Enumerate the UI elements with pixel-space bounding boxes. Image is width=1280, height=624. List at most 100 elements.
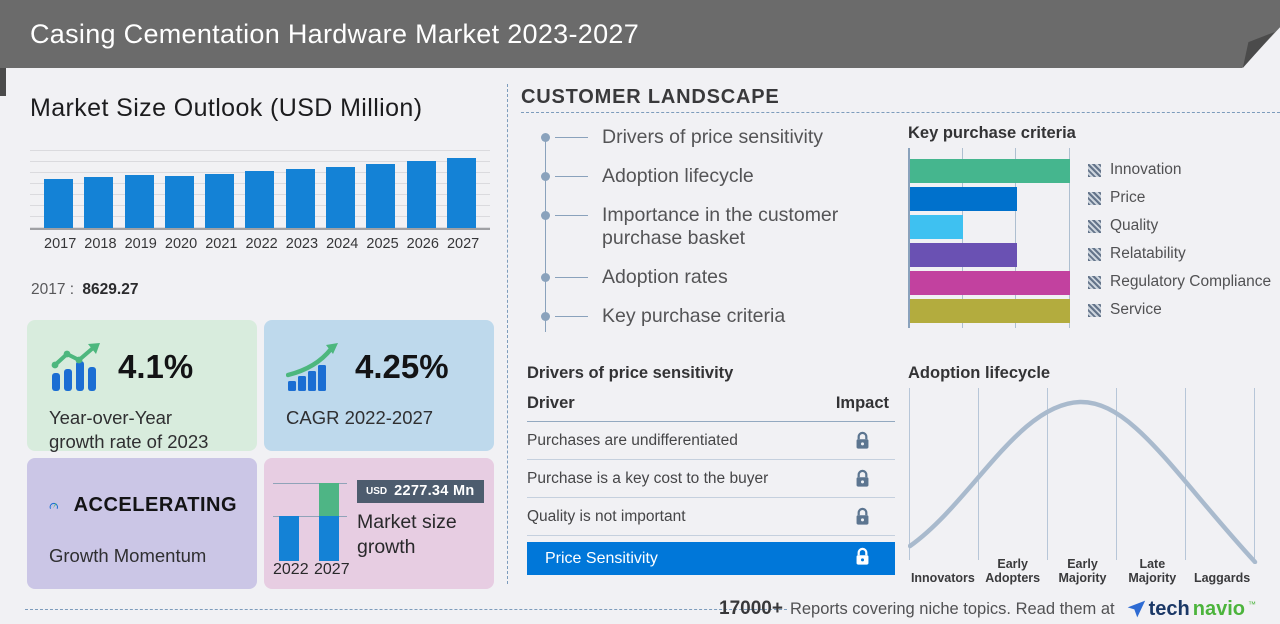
legend-label: Innovation bbox=[1110, 161, 1182, 178]
market-bar-2025 bbox=[366, 163, 396, 228]
growth-year-left: 2022 bbox=[273, 561, 309, 578]
bar-2022 bbox=[279, 516, 299, 561]
driver-label: Quality is not important bbox=[527, 507, 686, 525]
header-corner-cut bbox=[1242, 27, 1280, 68]
customer-landscape-title: CUSTOMER LANDSCAPE bbox=[521, 86, 780, 108]
lock-icon bbox=[854, 507, 895, 526]
customer-landscape-list: Drivers of price sensitivity Adoption lif… bbox=[540, 126, 885, 344]
legend-swatch-icon bbox=[1088, 163, 1101, 177]
driver-row: Quality is not important bbox=[527, 498, 895, 536]
adoption-stage-label: Innovators bbox=[910, 571, 975, 586]
key-purchase-title: Key purchase criteria bbox=[908, 124, 1076, 142]
kpc-bar-5 bbox=[910, 299, 1070, 323]
cagr-label: CAGR 2022-2027 bbox=[286, 407, 434, 428]
market-bar-2027 bbox=[446, 158, 476, 228]
growth-year-right: 2027 bbox=[314, 561, 350, 578]
market-bar-2026 bbox=[406, 160, 436, 228]
bar-2027-growth bbox=[319, 483, 339, 516]
badge-value: 2277.34 Mn bbox=[394, 483, 475, 499]
card-cagr: 4.25% CAGR 2022-2027 bbox=[264, 320, 494, 451]
technavio-logo[interactable]: tech navio ™ bbox=[1126, 598, 1256, 621]
bar-trend-icon bbox=[51, 343, 100, 391]
kpc-bar-2 bbox=[910, 215, 963, 239]
legend-swatch-icon bbox=[1088, 275, 1101, 289]
adoption-stage-labels: Innovators Early Adopters Early Majority La… bbox=[908, 540, 1258, 586]
vertical-divider bbox=[507, 84, 508, 584]
growth-arrow-icon bbox=[286, 343, 338, 391]
customer-landscape-underline bbox=[521, 112, 1280, 113]
adoption-stage-label: Early Adopters bbox=[985, 556, 1041, 586]
legend-swatch-icon bbox=[1088, 303, 1101, 317]
driver-row: Purchases are undifferentiated bbox=[527, 422, 895, 460]
drivers-table-header: Driver Impact bbox=[527, 394, 895, 422]
market-bar-label: 2025 bbox=[366, 236, 399, 252]
adoption-title: Adoption lifecycle bbox=[908, 364, 1051, 382]
market-bar-label: 2017 bbox=[44, 236, 77, 252]
market-bar-label: 2026 bbox=[406, 236, 439, 252]
footer-dashed-line bbox=[25, 609, 787, 610]
kpc-bar-4 bbox=[910, 271, 1070, 295]
brand-trademark: ™ bbox=[1248, 599, 1256, 609]
technavio-arrow-icon bbox=[1127, 600, 1145, 618]
market-bar-2024 bbox=[326, 166, 356, 228]
market-bar-label: 2027 bbox=[446, 236, 480, 252]
market-size-bars bbox=[30, 144, 490, 228]
adoption-stage-label: Late Majority bbox=[1128, 556, 1177, 586]
momentum-value: ACCELERATING bbox=[73, 493, 237, 516]
brand-navio: navio bbox=[1192, 597, 1245, 620]
left-edge-accent bbox=[0, 68, 6, 96]
driver-label: Purchases are undifferentiated bbox=[527, 431, 738, 449]
legend-swatch-icon bbox=[1088, 219, 1101, 233]
anchor-value: 8629.27 bbox=[82, 281, 139, 298]
col-driver: Driver bbox=[527, 394, 575, 412]
market-bar-label: 2023 bbox=[285, 236, 319, 252]
adoption-stage-label: Early Majority bbox=[1058, 556, 1107, 586]
market-bar-2021 bbox=[205, 173, 235, 228]
landscape-item: Key purchase criteria bbox=[540, 305, 885, 329]
landscape-item: Drivers of price sensitivity bbox=[540, 126, 885, 150]
card-market-size-growth: 2022 2027 USD 2277.34 Mn Market size gro… bbox=[264, 458, 494, 589]
legend-swatch-icon bbox=[1088, 247, 1101, 261]
market-bar-label: 2019 bbox=[124, 236, 157, 252]
legend-swatch-icon bbox=[1088, 191, 1101, 205]
market-bar-2022 bbox=[245, 170, 275, 228]
yoy-value: 4.1% bbox=[118, 348, 194, 385]
price-sensitivity-label: Price Sensitivity bbox=[545, 549, 658, 567]
footer-text: Reports covering niche topics. Read them… bbox=[789, 599, 1115, 618]
stat-cards: 4.1% Year-over-Year growth rate of 2023 … bbox=[27, 320, 494, 589]
market-bar-label: 2024 bbox=[326, 236, 359, 252]
card-yoy-growth: 4.1% Year-over-Year growth rate of 2023 bbox=[27, 320, 257, 452]
legend-item: Innovation bbox=[1088, 158, 1271, 182]
legend-label: Price bbox=[1110, 189, 1146, 206]
adoption-stage-label: Laggards bbox=[1193, 571, 1251, 586]
market-bar-label: 2018 bbox=[84, 236, 117, 252]
market-outlook-title: Market Size Outlook (USD Million) bbox=[30, 94, 423, 122]
col-impact: Impact bbox=[835, 394, 889, 412]
legend-label: Relatability bbox=[1110, 245, 1186, 262]
card-growth-momentum: ACCELERATING Growth Momentum bbox=[27, 458, 257, 589]
lock-icon bbox=[854, 547, 871, 571]
legend-item: Relatability bbox=[1088, 242, 1271, 266]
bar-2027-base bbox=[319, 516, 339, 561]
driver-row: Purchase is a key cost to the buyer bbox=[527, 460, 895, 498]
legend-item: Price bbox=[1088, 186, 1271, 210]
drivers-title: Drivers of price sensitivity bbox=[527, 364, 734, 382]
market-bar-2020 bbox=[164, 176, 194, 228]
market-bar-2018 bbox=[84, 176, 114, 228]
market-size-labels: 2017 2018 2019 2020 2021 2022 2023 2024 2025 2026… bbox=[30, 236, 490, 252]
legend-label: Service bbox=[1110, 301, 1162, 318]
adoption-chart bbox=[908, 388, 1258, 564]
market-bar-2023 bbox=[285, 168, 315, 228]
landscape-item: Importance in the customer purchase bask… bbox=[540, 204, 885, 252]
driver-label: Purchase is a key cost to the buyer bbox=[527, 469, 769, 487]
kpc-bars bbox=[910, 159, 1070, 327]
growth-value-badge: USD 2277.34 Mn bbox=[357, 480, 484, 503]
legend-label: Quality bbox=[1110, 217, 1159, 234]
growth-label: Market size growth bbox=[357, 511, 457, 559]
market-bar-2017 bbox=[44, 179, 73, 228]
drivers-rows: Purchases are undifferentiated Purchase i… bbox=[527, 422, 895, 536]
kpc-bar-3 bbox=[910, 243, 1018, 267]
landscape-item: Adoption rates bbox=[540, 266, 885, 290]
badge-currency: USD bbox=[366, 485, 388, 497]
market-size-anchor: 2017 : 8629.27 bbox=[31, 281, 138, 299]
